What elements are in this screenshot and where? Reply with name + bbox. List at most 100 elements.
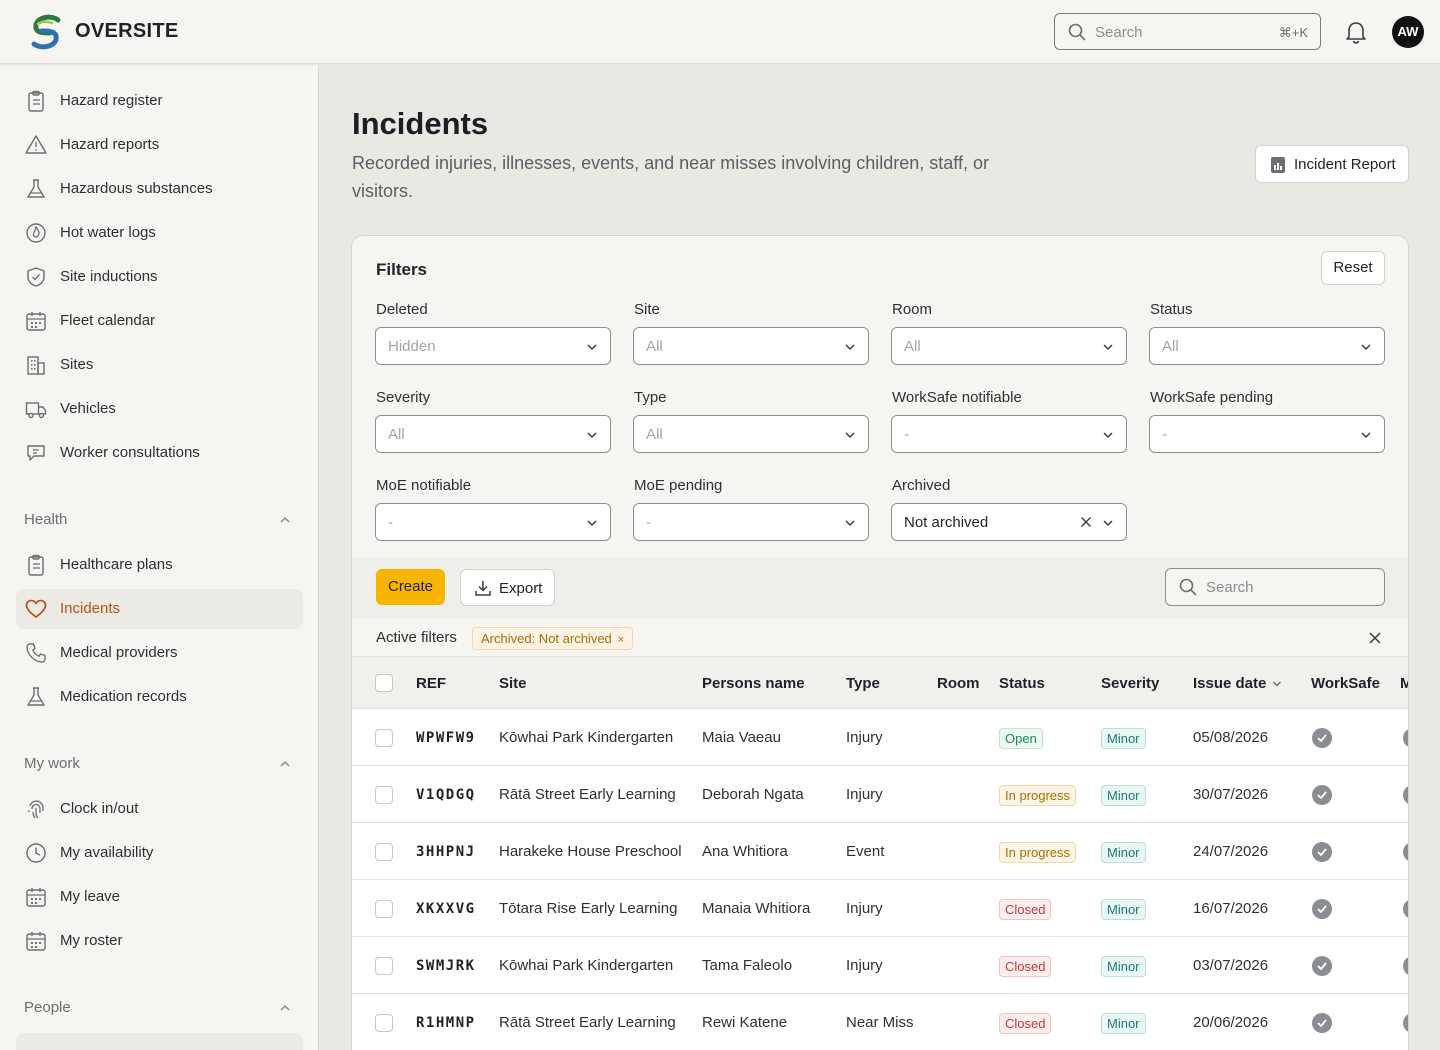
cell-ref[interactable]: R1HMNP <box>416 1015 476 1031</box>
filter-label-archived: Archived <box>892 477 951 494</box>
create-button[interactable]: Create <box>376 569 445 605</box>
sidebar-item-worker-consultations[interactable]: Worker consultations <box>16 433 303 473</box>
sidebar-item-site-inductions[interactable]: Site inductions <box>16 257 303 297</box>
sidebar-item-medical-providers[interactable]: Medical providers <box>16 633 303 673</box>
section-my-work[interactable]: My work <box>24 755 296 775</box>
chevron-up-icon <box>280 1004 290 1011</box>
chevron-down-icon <box>845 344 855 351</box>
sidebar-item-fleet-calendar[interactable]: Fleet calendar <box>16 301 303 341</box>
filter-select-site[interactable]: All <box>633 327 869 365</box>
severity-badge: Minor <box>1101 1013 1146 1034</box>
row-checkbox[interactable] <box>375 957 393 975</box>
clear-selection-icon[interactable] <box>1080 516 1092 528</box>
table-search-input[interactable]: Search <box>1165 568 1385 606</box>
filter-select-worksafe-pending[interactable]: - <box>1149 415 1385 453</box>
column-header-label: Site <box>499 675 527 692</box>
cell-ref[interactable]: XKXXVG <box>416 901 476 917</box>
sidebar-item-label: My availability <box>60 844 154 861</box>
worksafe-check-icon <box>1312 956 1332 976</box>
column-header-issue-date[interactable]: Issue date <box>1193 675 1282 692</box>
column-header-site[interactable]: Site <box>499 675 527 692</box>
sidebar-item-clock-in-out[interactable]: Clock in/out <box>16 789 303 829</box>
global-search-input[interactable]: Search ⌘+K <box>1054 13 1321 50</box>
sidebar-item-hazard-reports[interactable]: Hazard reports <box>16 125 303 165</box>
top-bar: OVERSITE Search ⌘+K AW <box>0 0 1440 64</box>
cell-site: Kōwhai Park Kindergarten <box>499 957 674 974</box>
filter-select-status[interactable]: All <box>1149 327 1385 365</box>
sidebar-item-hot-water-logs[interactable]: Hot water logs <box>16 213 303 253</box>
column-header-room[interactable]: Room <box>937 675 980 692</box>
cell-ref[interactable]: WPWFW9 <box>416 730 476 746</box>
filter-select-deleted[interactable]: Hidden <box>375 327 611 365</box>
oversite-logo-icon[interactable] <box>28 14 64 50</box>
table-row[interactable]: SWMJRK Kōwhai Park Kindergarten Tama Faleo… <box>352 937 1408 994</box>
clear-filters-close-icon[interactable] <box>1368 631 1382 645</box>
cell-ref[interactable]: SWMJRK <box>416 958 476 974</box>
severity-badge: Minor <box>1101 728 1146 749</box>
cell-ref[interactable]: 3HHPNJ <box>416 844 476 860</box>
column-header-label: Status <box>999 675 1045 692</box>
sidebar-item-label: Worker consultations <box>60 444 200 461</box>
row-checkbox[interactable] <box>375 729 393 747</box>
column-header-worksafe[interactable]: WorkSafe <box>1311 675 1380 692</box>
chevron-down-icon <box>1361 344 1371 351</box>
flask-icon <box>27 179 45 198</box>
table-row[interactable]: 3HHPNJ Harakeke House Preschool Ana Whitio… <box>352 823 1408 880</box>
sidebar-item-medication-records[interactable]: Medication records <box>16 677 303 717</box>
clipboard-icon <box>28 90 44 112</box>
column-header-persons-name[interactable]: Persons name <box>702 675 805 692</box>
column-header-ref[interactable]: REF <box>416 675 446 692</box>
table-row[interactable]: WPWFW9 Kōwhai Park Kindergarten Maia Vaeau… <box>352 709 1408 766</box>
filter-select-type[interactable]: All <box>633 415 869 453</box>
section-health[interactable]: Health <box>24 511 296 531</box>
user-avatar[interactable]: AW <box>1392 16 1424 48</box>
export-button[interactable]: Export <box>460 569 555 606</box>
filter-label-moe-notifiable: MoE notifiable <box>376 477 472 494</box>
sidebar-item-incidents[interactable]: Incidents <box>16 589 303 629</box>
sidebar-item-hazardous-substances[interactable]: Hazardous substances <box>16 169 303 209</box>
filter-select-moe-notifiable[interactable]: - <box>375 503 611 541</box>
filter-select-severity[interactable]: All <box>375 415 611 453</box>
reset-filters-button[interactable]: Reset <box>1321 251 1385 285</box>
phone-icon <box>26 643 46 663</box>
table-row[interactable]: R1HMNP Rātā Street Early Learning Rewi Kat… <box>352 994 1408 1050</box>
sidebar-item-my-availability[interactable]: My availability <box>16 833 303 873</box>
sidebar-item-cutoff[interactable] <box>16 1033 303 1050</box>
filter-value: - <box>904 426 909 443</box>
section-my-work-title: My work <box>24 755 80 772</box>
sidebar-item-my-leave[interactable]: My leave <box>16 877 303 917</box>
column-header-m[interactable]: M <box>1400 675 1408 692</box>
table-row[interactable]: XKXXVG Tōtara Rise Early Learning Manaia W… <box>352 880 1408 937</box>
moe-status-icon <box>1403 1013 1408 1033</box>
cell-ref[interactable]: V1QDGQ <box>416 787 476 803</box>
cell-type: Near Miss <box>846 1014 914 1031</box>
filter-select-worksafe-notifiable[interactable]: - <box>891 415 1127 453</box>
report-document-icon <box>1271 157 1285 173</box>
column-header-type[interactable]: Type <box>846 675 880 692</box>
table-row[interactable]: V1QDGQ Rātā Street Early Learning Deborah … <box>352 766 1408 823</box>
filter-select-room[interactable]: All <box>891 327 1127 365</box>
column-header-severity[interactable]: Severity <box>1101 675 1159 692</box>
section-people[interactable]: People <box>24 999 296 1019</box>
select-all-checkbox[interactable] <box>375 674 393 692</box>
filter-select-archived[interactable]: Not archived <box>891 503 1127 541</box>
sidebar-item-label: My leave <box>60 888 121 905</box>
chip-remove-icon[interactable]: × <box>618 634 624 646</box>
chevron-down-icon <box>845 432 855 439</box>
row-checkbox[interactable] <box>375 843 393 861</box>
search-icon <box>1179 578 1197 596</box>
sidebar-item-my-roster[interactable]: My roster <box>16 921 303 961</box>
column-header-status[interactable]: Status <box>999 675 1045 692</box>
incident-report-button[interactable]: Incident Report <box>1255 145 1409 183</box>
sidebar-item-label: Medication records <box>60 688 187 705</box>
sidebar-item-sites[interactable]: Sites <box>16 345 303 385</box>
active-filter-chip[interactable]: Archived: Not archived × <box>472 627 634 650</box>
row-checkbox[interactable] <box>375 900 393 918</box>
sidebar-item-healthcare-plans[interactable]: Healthcare plans <box>16 545 303 585</box>
filter-select-moe-pending[interactable]: - <box>633 503 869 541</box>
sidebar-item-vehicles[interactable]: Vehicles <box>16 389 303 429</box>
row-checkbox[interactable] <box>375 786 393 804</box>
row-checkbox[interactable] <box>375 1014 393 1032</box>
notifications-bell-icon[interactable] <box>1345 20 1367 44</box>
sidebar-item-hazard-register[interactable]: Hazard register <box>16 81 303 121</box>
